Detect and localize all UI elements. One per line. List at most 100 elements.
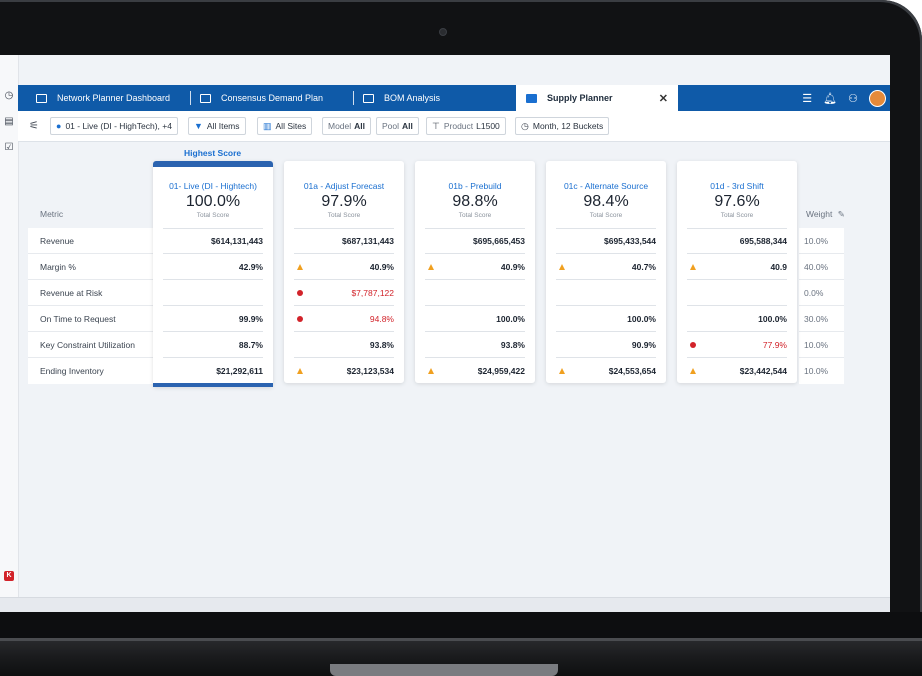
weight-header-label: Weight <box>806 209 833 219</box>
dashboard-icon <box>36 93 47 103</box>
scenario-metric-value: 93.8% <box>369 339 394 350</box>
time-bucket-filter[interactable]: ◷ Month, 12 Buckets <box>515 117 610 135</box>
planner-icon <box>526 93 537 103</box>
scenario-value-row: $695,665,453 <box>425 228 525 254</box>
scenario-metric-value: 94.8% <box>369 313 394 324</box>
weight-value[interactable]: 10.0% <box>799 332 844 358</box>
weight-value[interactable]: 10.0% <box>799 358 844 384</box>
list-icon[interactable]: ☰ <box>802 92 812 105</box>
chat-bubble-icon: ● <box>56 121 62 131</box>
scenario-name[interactable]: 01- Live (DI - Hightech) <box>153 181 273 191</box>
scenario-metric-value: 77.9% <box>762 339 787 350</box>
items-filter[interactable]: ▼ All Items <box>188 117 246 135</box>
scenario-metric-value: 93.8% <box>500 339 525 350</box>
scenario-card[interactable]: 01- Live (DI - Hightech) 100.0% Total Scor… <box>153 161 273 387</box>
close-icon[interactable]: ✕ <box>659 92 668 105</box>
tab-label: Network Planner Dashboard <box>57 93 171 103</box>
scenario-value-row: 77.9% <box>687 332 787 358</box>
webcam <box>439 28 447 36</box>
total-score-value: 97.6% <box>714 193 760 210</box>
scenario-metric-value: 100.0% <box>758 313 787 324</box>
scenario-selector[interactable]: ● 01 - Live (DI - HighTech), +4 <box>50 117 178 135</box>
metric-label: Revenue at Risk <box>28 280 153 306</box>
best-scenario-top-bar <box>153 161 273 167</box>
filter-settings-icon[interactable]: ⚟ <box>29 119 39 132</box>
items-filter-label: All Items <box>206 121 240 131</box>
header-actions: ☰ 🔔︎ ⚇ <box>802 90 886 107</box>
scenario-value-row: 695,588,344 <box>687 228 787 254</box>
scenario-metric-value: 40.9% <box>500 261 525 272</box>
scenario-card[interactable]: 01c - Alternate Source 98.4% Total Score $6… <box>546 161 666 383</box>
document-icon[interactable]: ▤ <box>4 117 14 127</box>
book-icon <box>200 93 211 103</box>
product-filter-key: Product <box>443 121 474 131</box>
product-filter-value: L1500 <box>476 121 500 131</box>
bell-icon[interactable]: 🔔︎ <box>823 92 837 105</box>
scenario-value-row: 42.9% <box>163 254 263 280</box>
scenario-metric-value: 90.9% <box>631 339 656 350</box>
weight-column-header[interactable]: Weight ✎ <box>806 209 845 220</box>
scenario-metric-value: 99.9% <box>238 313 263 324</box>
scenario-value-row <box>163 280 263 306</box>
pool-filter[interactable]: Pool All <box>376 117 419 135</box>
scenario-metric-value: $695,433,544 <box>604 236 656 246</box>
scenario-metric-value: 42.9% <box>238 261 263 272</box>
scenario-metric-value: 100.0% <box>627 313 656 324</box>
scenario-metric-value: 695,588,344 <box>739 236 787 246</box>
alert-dot-icon <box>690 341 696 348</box>
scenario-name[interactable]: 01d - 3rd Shift <box>677 181 797 191</box>
pencil-icon[interactable]: ✎ <box>838 209 845 219</box>
avatar[interactable] <box>869 90 886 107</box>
calendar-check-icon[interactable]: ☑ <box>4 143 14 153</box>
scenario-metric-value: 40.7% <box>631 261 656 272</box>
scenario-card[interactable]: 01a - Adjust Forecast 97.9% Total Score $68… <box>284 161 404 383</box>
metric-label: Revenue <box>28 228 153 254</box>
scenario-name[interactable]: 01b - Prebuild <box>415 181 535 191</box>
metric-label: Ending Inventory <box>40 366 104 376</box>
weight-values: 10.0% 40.0% 0.0% 30.0% 10.0% 10.0% <box>799 228 844 384</box>
scenario-value-row: 99.9% <box>163 306 263 332</box>
scenario-value-row: $7,787,122 <box>294 280 394 306</box>
tab-supply-planner[interactable]: Supply Planner ✕ <box>516 85 678 111</box>
tab-network-planner-dashboard[interactable]: Network Planner Dashboard <box>36 85 170 111</box>
sites-filter[interactable]: ▥ All Sites <box>257 117 313 135</box>
scenario-value-row: 93.8% <box>294 332 394 358</box>
total-score-label: Total Score <box>458 212 492 219</box>
scenario-value-row: $23,442,544 <box>687 358 787 384</box>
scenario-card[interactable]: 01d - 3rd Shift 97.6% Total Score 695,588,3… <box>677 161 797 383</box>
tab-bom-analysis[interactable]: BOM Analysis <box>363 85 440 111</box>
funnel-icon: ▼ <box>194 121 203 131</box>
clock-icon: ◷ <box>521 120 529 131</box>
model-filter[interactable]: Model All <box>322 117 372 135</box>
scorecard-area: Highest Score Metric Weight ✎ Revenue Ma… <box>18 142 890 597</box>
weight-value[interactable]: 0.0% <box>799 280 844 306</box>
scenario-metric-value: $21,292,611 <box>216 366 263 376</box>
scenario-name[interactable]: 01c - Alternate Source <box>546 181 666 191</box>
scenario-value-row: 40.9% <box>294 254 394 280</box>
clock-icon[interactable]: ◷ <box>4 91 14 101</box>
scenario-card[interactable]: 01b - Prebuild 98.8% Total Score $695,665,4… <box>415 161 535 383</box>
users-icon[interactable]: ⚇ <box>848 92 858 105</box>
metric-label: Margin % <box>28 254 153 280</box>
scenario-values: 695,588,344 40.9 100.0% 77.9% $23,442,544 <box>687 228 787 384</box>
laptop-base-edge <box>0 638 922 641</box>
product-filter[interactable]: ⊤ Product L1500 <box>426 117 506 135</box>
tab-separator <box>190 91 191 105</box>
metric-column-header: Metric <box>40 209 64 219</box>
scenario-value-row: $23,123,534 <box>294 358 394 384</box>
weight-value[interactable]: 40.0% <box>799 254 844 280</box>
scenario-value-row: $687,131,443 <box>294 228 394 254</box>
scenario-values: $695,433,544 40.7% 100.0% 90.9% $24,553,654 <box>556 228 656 384</box>
tab-label: Consensus Demand Plan <box>221 93 324 103</box>
scenario-metric-value: $23,442,544 <box>739 366 787 376</box>
horizontal-scrollbar[interactable] <box>0 597 890 612</box>
scenario-metric-value: $695,665,453 <box>473 236 525 246</box>
scenario-metric-value: 40.9% <box>369 261 394 272</box>
tab-consensus-demand-plan[interactable]: Consensus Demand Plan <box>200 85 323 111</box>
scenario-metric-value: $24,959,422 <box>477 366 525 376</box>
building-icon: ▥ <box>263 120 272 131</box>
weight-value[interactable]: 10.0% <box>799 228 844 254</box>
scenario-name[interactable]: 01a - Adjust Forecast <box>284 181 404 191</box>
app-screen: ◷ ▤ ☑ K Network Planner Dashboard Consen… <box>0 55 890 612</box>
weight-value[interactable]: 30.0% <box>799 306 844 332</box>
